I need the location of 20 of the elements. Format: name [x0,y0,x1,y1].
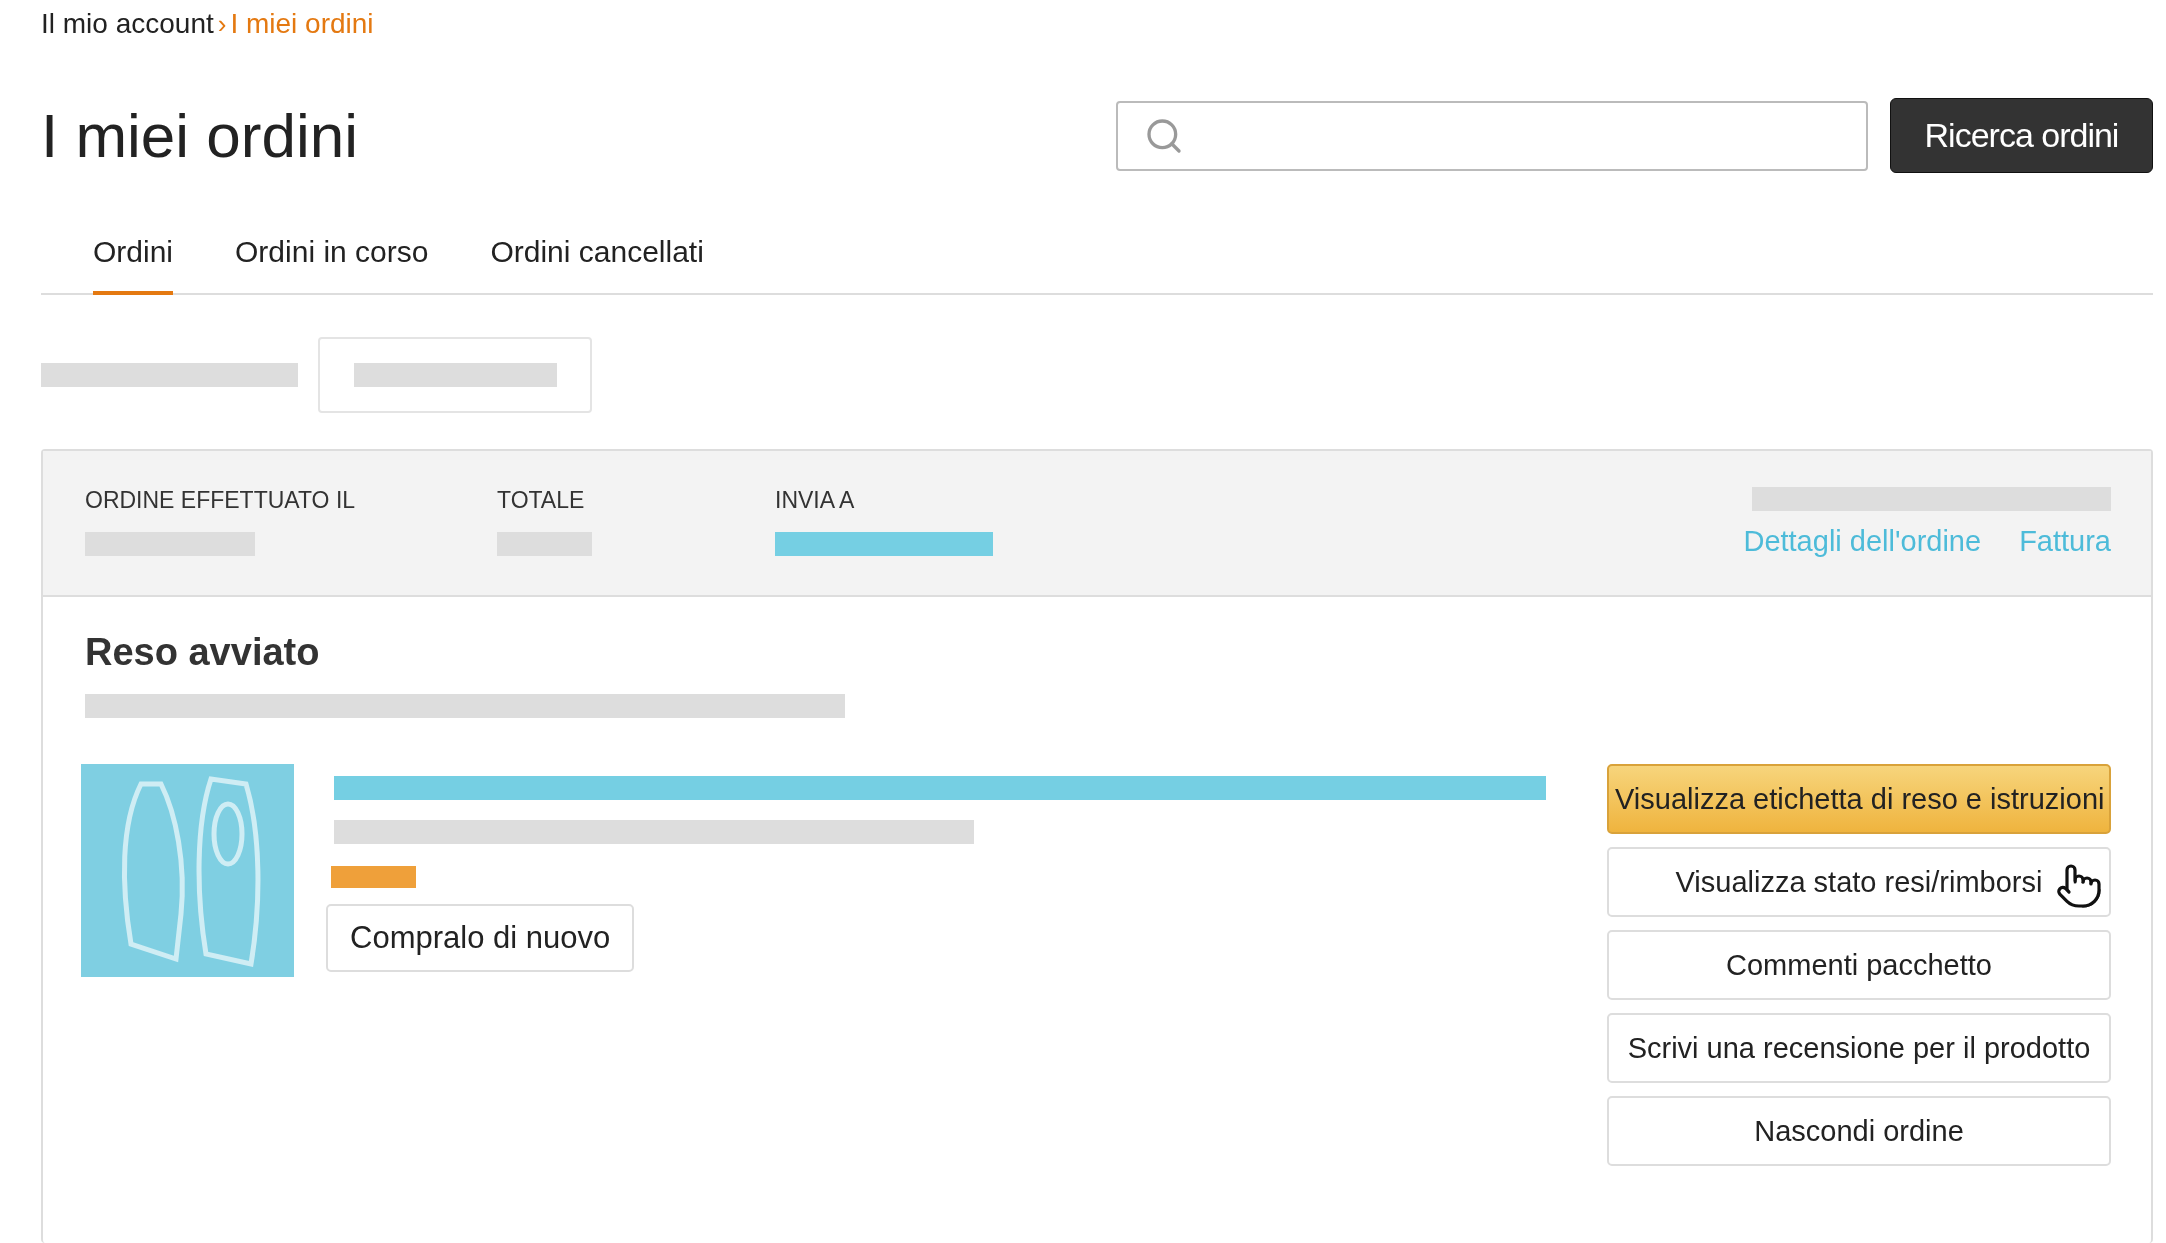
page-title: I miei ordini [41,100,359,171]
breadcrumb-separator: › [217,8,227,40]
tab[interactable]: Ordini cancellati [490,235,704,295]
breadcrumb-link[interactable]: Il mio account [41,8,214,40]
tab[interactable]: Ordini [93,235,174,295]
action-button[interactable]: Scrivi una recensione per il prodotto [1607,1013,2111,1083]
filter-dropdown[interactable] [318,337,592,413]
action-button[interactable]: Visualizza etichetta di reso e istruzioni [1607,764,2111,834]
column-label: INVIA A [775,487,856,514]
column-label: ORDINE EFFETTUATO IL [85,487,357,514]
buy-again-button[interactable]: Compralo di nuovo [326,904,635,972]
column-label: TOTALE [497,487,586,514]
order-status: Reso avviato [85,631,321,674]
search-field[interactable] [1116,100,1868,171]
action-button[interactable]: Nascondi ordine [1607,1096,2111,1166]
hand-pointer-icon [2055,862,2103,910]
search-orders-button[interactable]: Ricerca ordini [1890,98,2153,173]
action-button[interactable]: Commenti pacchetto [1607,930,2111,1000]
action-button[interactable]: Visualizza stato resi/rimborsi [1607,847,2111,917]
tab[interactable]: Ordini in corso [235,235,429,295]
